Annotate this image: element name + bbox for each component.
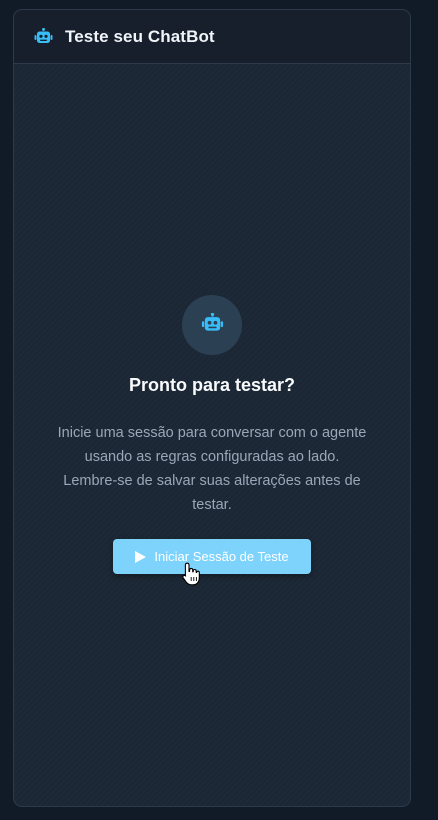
ready-title: Pronto para testar? [128,375,296,395]
play-icon [135,550,147,563]
ready-description: Inicie uma sessão para conversar com o a… [57,425,367,513]
start-test-session-button[interactable]: Iniciar Sessão de Teste [113,539,311,574]
start-button-label: Iniciar Sessão de Teste [154,549,289,564]
empty-state: Pronto para testar? Inicie uma sessão pa… [14,295,410,574]
robot-icon [33,27,53,47]
panel-header: Teste seu ChatBot [14,10,410,64]
bot-avatar [182,295,242,355]
robot-icon [201,312,224,338]
panel-title: Teste seu ChatBot [65,26,215,46]
chatbot-test-panel: Teste seu ChatBot Pronto para testar? In… [13,9,411,807]
